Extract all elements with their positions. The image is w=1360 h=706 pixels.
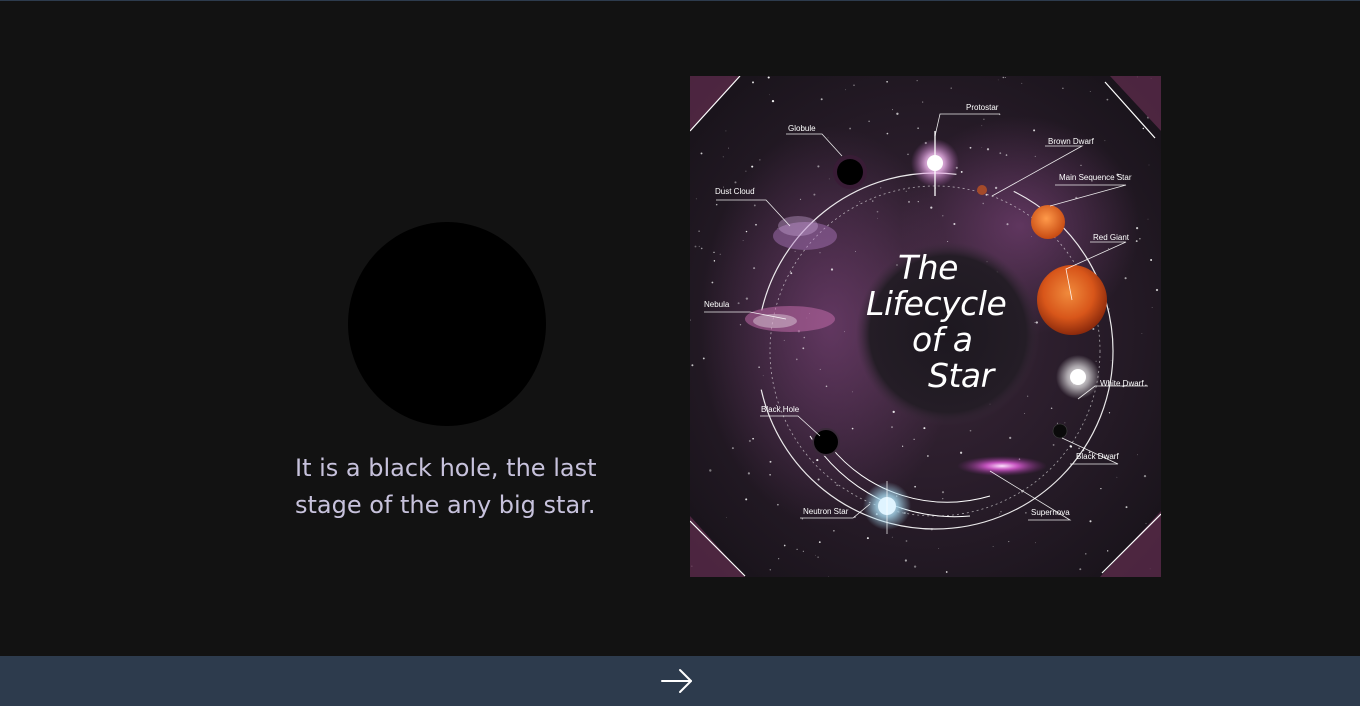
label-nebula: Nebula [704, 300, 730, 309]
poster-title-line-4: Star [928, 356, 994, 395]
poster-title-line-3: of a [912, 320, 973, 359]
label-protostar: Protostar [966, 103, 999, 112]
label-black-dwarf: Black Dwarf [1076, 452, 1119, 461]
label-globule: Globule [788, 124, 816, 133]
poster-title-line-2: Lifecycle [866, 284, 1007, 323]
star-lifecycle-poster: The Lifecycle of a Star Protostar Globul… [690, 76, 1161, 577]
label-main-sequence-star: Main Sequence Star [1059, 173, 1132, 182]
label-neutron-star: Neutron Star [803, 507, 849, 516]
label-white-dwarf: White Dwarf [1100, 379, 1144, 388]
slide-caption: It is a black hole, the last stage of th… [295, 450, 625, 524]
label-red-giant: Red Giant [1093, 233, 1130, 242]
poster-title-line-1: The [898, 248, 958, 287]
label-dust-cloud: Dust Cloud [715, 187, 755, 196]
label-supernova: Supernova [1031, 508, 1070, 517]
label-black-hole: Black Hole [761, 405, 800, 414]
black-hole-illustration [348, 222, 546, 426]
label-brown-dwarf: Brown Dwarf [1048, 137, 1094, 146]
next-button[interactable] [655, 663, 699, 699]
caption-line-1: It is a black hole, the last [295, 454, 597, 482]
arrow-right-icon [661, 669, 692, 693]
top-rule [0, 0, 1360, 1]
caption-line-2: stage of the any big star. [295, 491, 596, 519]
